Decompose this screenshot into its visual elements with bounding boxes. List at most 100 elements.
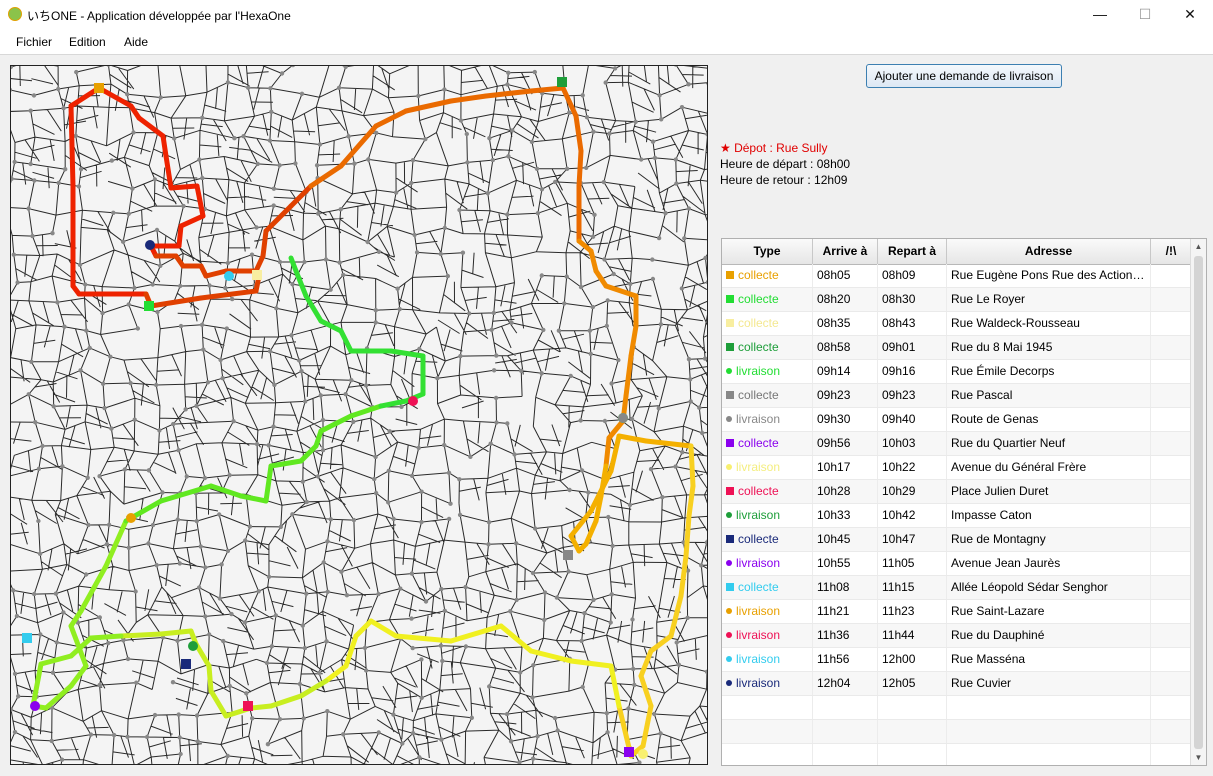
table-row[interactable]: livraison 09h14 09h16 Rue Émile Decorps bbox=[722, 360, 1192, 384]
map-node bbox=[12, 671, 18, 676]
stops-table[interactable]: Type Arrive à Repart à Adresse /!\ colle… bbox=[721, 238, 1207, 766]
pickup-point-icon[interactable] bbox=[252, 270, 262, 280]
delivery-point-icon[interactable] bbox=[30, 701, 40, 711]
delivery-point-icon[interactable] bbox=[126, 513, 136, 523]
pickup-point-icon[interactable] bbox=[624, 747, 634, 757]
map-node bbox=[510, 128, 515, 133]
map-node bbox=[78, 166, 84, 172]
table-row[interactable]: livraison 09h30 09h40 Route de Genas bbox=[722, 408, 1192, 432]
delivery-point-icon[interactable] bbox=[638, 749, 648, 759]
pickup-point-icon[interactable] bbox=[181, 659, 191, 669]
route-segment bbox=[68, 663, 89, 689]
table-row[interactable] bbox=[722, 696, 1192, 720]
table-scrollbar[interactable]: ▲ ▼ bbox=[1190, 239, 1206, 765]
map-node bbox=[610, 543, 615, 549]
map-node bbox=[658, 731, 663, 736]
map-node bbox=[686, 82, 691, 87]
delivery-point-icon[interactable] bbox=[618, 413, 628, 423]
scroll-down-arrow-icon[interactable]: ▼ bbox=[1193, 752, 1204, 763]
column-header-address[interactable]: Adresse bbox=[947, 239, 1151, 264]
map-node bbox=[341, 732, 346, 737]
map-node bbox=[154, 562, 159, 568]
table-row[interactable]: collecte 08h35 08h43 Rue Waldeck-Rousseau bbox=[722, 312, 1192, 336]
table-row[interactable]: livraison 10h33 10h42 Impasse Caton bbox=[722, 504, 1192, 528]
minimize-button[interactable]: — bbox=[1077, 0, 1123, 30]
table-row[interactable] bbox=[722, 720, 1192, 744]
close-button[interactable]: ✕ bbox=[1167, 0, 1213, 30]
table-row[interactable]: livraison 11h56 12h00 Rue Masséna bbox=[722, 648, 1192, 672]
cell-arrive: 10h45 bbox=[813, 528, 878, 551]
pickup-point-icon[interactable] bbox=[563, 550, 573, 560]
column-header-warning[interactable]: /!\ bbox=[1151, 239, 1192, 264]
table-row[interactable]: collecte 08h58 09h01 Rue du 8 Mai 1945 bbox=[722, 336, 1192, 360]
route-segment bbox=[208, 688, 229, 719]
delivery-point-icon[interactable] bbox=[145, 240, 155, 250]
menu-edition[interactable]: Edition bbox=[69, 35, 106, 49]
table-row[interactable]: collecte 08h20 08h30 Rue Le Royer bbox=[722, 288, 1192, 312]
pickup-point-icon[interactable] bbox=[22, 633, 32, 643]
map-node bbox=[673, 464, 678, 469]
map-node bbox=[106, 640, 111, 646]
map-node bbox=[194, 518, 199, 524]
table-row[interactable]: collecte 11h08 11h15 Allée Léopold Sédar Se… bbox=[722, 576, 1192, 600]
map-node bbox=[194, 403, 199, 409]
table-row[interactable]: livraison 12h04 12h05 Rue Cuvier bbox=[722, 672, 1192, 696]
add-delivery-request-button[interactable]: Ajouter une demande de livraison bbox=[866, 64, 1062, 88]
scroll-thumb[interactable] bbox=[1194, 256, 1203, 749]
column-header-depart[interactable]: Repart à bbox=[878, 239, 947, 264]
map-node bbox=[59, 757, 65, 762]
table-row[interactable]: livraison 11h36 11h44 Rue du Dauphiné bbox=[722, 624, 1192, 648]
cell-depart bbox=[878, 744, 947, 765]
table-row[interactable]: livraison 10h55 11h05 Avenue Jean Jaurès bbox=[722, 552, 1192, 576]
map-node bbox=[658, 322, 664, 327]
map-node bbox=[674, 181, 679, 186]
map-node bbox=[562, 301, 567, 306]
table-row[interactable]: collecte 09h23 09h23 Rue Pascal bbox=[722, 384, 1192, 408]
cell-type: livraison bbox=[722, 648, 813, 671]
map-node bbox=[176, 712, 181, 717]
column-header-arrive[interactable]: Arrive à bbox=[813, 239, 878, 264]
menu-aide[interactable]: Aide bbox=[124, 35, 148, 49]
departure-time: Heure de départ : 08h00 bbox=[720, 157, 851, 171]
menu-fichier[interactable]: Fichier bbox=[16, 35, 52, 49]
route-segment bbox=[648, 633, 674, 654]
map-node bbox=[277, 259, 283, 265]
table-row[interactable]: collecte 10h45 10h47 Rue de Montagny bbox=[722, 528, 1192, 552]
table-row[interactable]: livraison 11h21 11h23 Rue Saint-Lazare bbox=[722, 600, 1192, 624]
map-node bbox=[83, 572, 89, 577]
table-row[interactable]: collecte 10h28 10h29 Place Julien Duret bbox=[722, 480, 1192, 504]
pickup-point-icon[interactable] bbox=[94, 83, 104, 93]
table-row[interactable]: collecte 09h56 10h03 Rue du Quartier Neuf bbox=[722, 432, 1192, 456]
map-node bbox=[463, 584, 468, 590]
table-row[interactable]: livraison 10h17 10h22 Avenue du Général Frè… bbox=[722, 456, 1192, 480]
cell-address: Rue Saint-Lazare bbox=[947, 600, 1151, 623]
map-node bbox=[529, 139, 535, 145]
maximize-button[interactable]: ☐ bbox=[1122, 0, 1168, 30]
table-row[interactable]: collecte 08h05 08h09 Rue Eugène Pons Rue de… bbox=[722, 264, 1192, 288]
map-node bbox=[567, 110, 572, 115]
map-node bbox=[650, 139, 656, 144]
map-node bbox=[506, 154, 511, 159]
pickup-point-icon[interactable] bbox=[243, 701, 253, 711]
delivery-point-icon[interactable] bbox=[224, 271, 234, 281]
pickup-point-icon[interactable] bbox=[144, 301, 154, 311]
route-segment bbox=[163, 153, 174, 191]
cell-depart: 08h30 bbox=[878, 288, 947, 311]
cell-type: livraison bbox=[722, 552, 813, 575]
cell-address: Rue Eugène Pons Rue des Actionnaires bbox=[947, 264, 1151, 287]
column-header-type[interactable]: Type bbox=[722, 239, 813, 264]
route-segment bbox=[88, 633, 124, 641]
delivery-point-icon[interactable] bbox=[188, 641, 198, 651]
map-node bbox=[457, 477, 462, 482]
map-node bbox=[463, 644, 469, 649]
map-canvas[interactable] bbox=[11, 66, 708, 765]
table-row[interactable] bbox=[722, 744, 1192, 765]
city-map[interactable] bbox=[10, 65, 708, 765]
pickup-point-icon[interactable] bbox=[557, 77, 567, 87]
cell-address: Rue Émile Decorps bbox=[947, 360, 1151, 383]
delivery-point-icon[interactable] bbox=[408, 396, 418, 406]
scroll-up-arrow-icon[interactable]: ▲ bbox=[1193, 241, 1204, 252]
map-node bbox=[264, 660, 270, 666]
cell-warning bbox=[1151, 456, 1192, 479]
map-node bbox=[582, 611, 587, 616]
